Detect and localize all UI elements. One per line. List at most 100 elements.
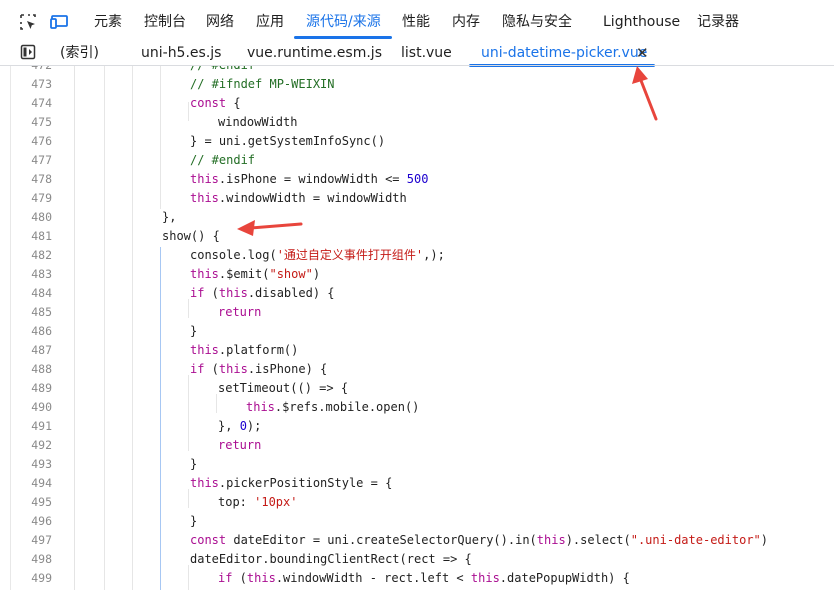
line-number[interactable]: 489 xyxy=(24,379,52,398)
code-text: if (this.isPhone) { xyxy=(190,362,328,376)
annotation-arrow-icon xyxy=(632,66,658,121)
code-line[interactable]: 488 if (this.isPhone) { xyxy=(0,360,834,379)
tab-privacy-security[interactable]: 隐私与安全 xyxy=(502,0,572,44)
code-line[interactable]: 472 // #endif xyxy=(0,66,834,75)
line-number[interactable]: 472 xyxy=(24,66,52,75)
code-text: this.isPhone = windowWidth <= 500 xyxy=(190,172,429,186)
line-number[interactable]: 490 xyxy=(24,398,52,417)
code-text: top: '10px' xyxy=(218,495,298,509)
code-line[interactable]: 495 top: '10px' xyxy=(0,493,834,512)
line-number[interactable]: 477 xyxy=(24,151,52,170)
line-number[interactable]: 497 xyxy=(24,531,52,550)
file-tab-uni-datetime-picker[interactable]: uni-datetime-picker.vue xyxy=(481,40,647,66)
line-number[interactable]: 480 xyxy=(24,208,52,227)
line-number[interactable]: 485 xyxy=(24,303,52,322)
line-number[interactable]: 492 xyxy=(24,436,52,455)
line-number[interactable]: 479 xyxy=(24,189,52,208)
code-line[interactable]: 498 dateEditor.boundingClientRect(rect =>… xyxy=(0,550,834,569)
tab-recorder[interactable]: 记录器 xyxy=(697,0,739,44)
toggle-navigator-icon[interactable] xyxy=(20,44,36,60)
code-text: dateEditor.boundingClientRect(rect => { xyxy=(190,552,472,566)
tab-console[interactable]: 控制台 xyxy=(144,0,186,44)
code-line[interactable]: 485 return xyxy=(0,303,834,322)
file-tab-list-vue[interactable]: list.vue xyxy=(401,40,452,66)
line-number[interactable]: 473 xyxy=(24,75,52,94)
line-number[interactable]: 491 xyxy=(24,417,52,436)
code-text: this.$refs.mobile.open() xyxy=(246,400,420,414)
code-line[interactable]: 480}, xyxy=(0,208,834,227)
line-number[interactable]: 494 xyxy=(24,474,52,493)
tab-performance[interactable]: 性能 xyxy=(402,0,430,44)
line-number[interactable]: 484 xyxy=(24,284,52,303)
code-text: windowWidth xyxy=(218,115,298,129)
code-line[interactable]: 489 setTimeout(() => { xyxy=(0,379,834,398)
line-number[interactable]: 499 xyxy=(24,569,52,588)
close-tab-icon[interactable]: ✕ xyxy=(636,40,649,66)
code-line[interactable]: 494 this.pickerPositionStyle = { xyxy=(0,474,834,493)
line-number[interactable]: 495 xyxy=(24,493,52,512)
code-line[interactable]: 476} = uni.getSystemInfoSync() xyxy=(0,132,834,151)
code-text: show() { xyxy=(162,229,220,243)
tab-lighthouse[interactable]: Lighthouse xyxy=(603,0,680,44)
code-line[interactable]: 492 return xyxy=(0,436,834,455)
code-line[interactable]: 490 this.$refs.mobile.open() xyxy=(0,398,834,417)
line-number[interactable]: 482 xyxy=(24,246,52,265)
code-text: console.log('通过自定义事件打开组件',); xyxy=(190,248,445,262)
device-toolbar-icon[interactable] xyxy=(49,12,69,32)
code-text: return xyxy=(218,305,262,319)
code-text: }, 0); xyxy=(218,419,262,433)
code-line[interactable]: 486} xyxy=(0,322,834,341)
code-line[interactable]: 499 if (this.windowWidth - rect.left < th… xyxy=(0,569,834,588)
line-number[interactable]: 493 xyxy=(24,455,52,474)
code-line[interactable]: 479 this.windowWidth = windowWidth xyxy=(0,189,834,208)
file-tab-vue-runtime[interactable]: vue.runtime.esm.js xyxy=(247,40,382,66)
tab-network[interactable]: 网络 xyxy=(206,0,234,44)
code-text: } xyxy=(190,514,198,528)
tab-application[interactable]: 应用 xyxy=(256,0,284,44)
code-line[interactable]: 473 // #ifndef MP-WEIXIN xyxy=(0,75,834,94)
code-text: const { xyxy=(190,96,241,110)
code-line[interactable]: 478 this.isPhone = windowWidth <= 500 xyxy=(0,170,834,189)
code-line[interactable]: 475 windowWidth xyxy=(0,113,834,132)
code-text: const dateEditor = uni.createSelectorQue… xyxy=(190,533,769,547)
code-line[interactable]: 487 this.platform() xyxy=(0,341,834,360)
line-number[interactable]: 498 xyxy=(24,550,52,569)
line-number[interactable]: 481 xyxy=(24,227,52,246)
code-text: this.platform() xyxy=(190,343,299,357)
line-number[interactable]: 486 xyxy=(24,322,52,341)
line-number[interactable]: 487 xyxy=(24,341,52,360)
tab-memory[interactable]: 内存 xyxy=(452,0,480,44)
code-text: return xyxy=(218,438,262,452)
code-line[interactable]: 474 const { xyxy=(0,94,834,113)
code-text: } xyxy=(190,324,198,338)
code-text: this.windowWidth = windowWidth xyxy=(190,191,407,205)
code-text: // #ifndef MP-WEIXIN xyxy=(190,77,335,91)
code-text: if (this.disabled) { xyxy=(190,286,335,300)
code-line[interactable]: 482 console.log('通过自定义事件打开组件',); xyxy=(0,246,834,265)
code-text: // #endif xyxy=(190,153,256,167)
code-line[interactable]: 484 if (this.disabled) { xyxy=(0,284,834,303)
code-line[interactable]: 481 show() { xyxy=(0,227,834,246)
code-text: this.pickerPositionStyle = { xyxy=(190,476,393,490)
code-line[interactable]: 496} xyxy=(0,512,834,531)
inspect-element-icon[interactable] xyxy=(18,12,38,32)
line-number[interactable]: 478 xyxy=(24,170,52,189)
code-line[interactable]: 491 }, 0); xyxy=(0,417,834,436)
tab-elements[interactable]: 元素 xyxy=(94,0,122,44)
editor-file-tabs: (索引) uni-h5.es.js vue.runtime.esm.js lis… xyxy=(0,40,834,67)
line-number[interactable]: 496 xyxy=(24,512,52,531)
line-number[interactable]: 476 xyxy=(24,132,52,151)
code-line[interactable]: 483 this.$emit("show") xyxy=(0,265,834,284)
file-tab-uni-h5[interactable]: uni-h5.es.js xyxy=(141,40,221,66)
code-line[interactable]: 497 const dateEditor = uni.createSelector… xyxy=(0,531,834,550)
code-text: } xyxy=(190,457,198,471)
code-text: // #endif xyxy=(190,66,255,75)
file-tab-index[interactable]: (索引) xyxy=(60,40,99,66)
code-editor[interactable]: 472 // #endif 473 // #ifndef MP-WEIXIN 474 co… xyxy=(0,66,834,590)
line-number[interactable]: 474 xyxy=(24,94,52,113)
line-number[interactable]: 483 xyxy=(24,265,52,284)
line-number[interactable]: 488 xyxy=(24,360,52,379)
code-line[interactable]: 477 // #endif xyxy=(0,151,834,170)
line-number[interactable]: 475 xyxy=(24,113,52,132)
code-line[interactable]: 493} xyxy=(0,455,834,474)
